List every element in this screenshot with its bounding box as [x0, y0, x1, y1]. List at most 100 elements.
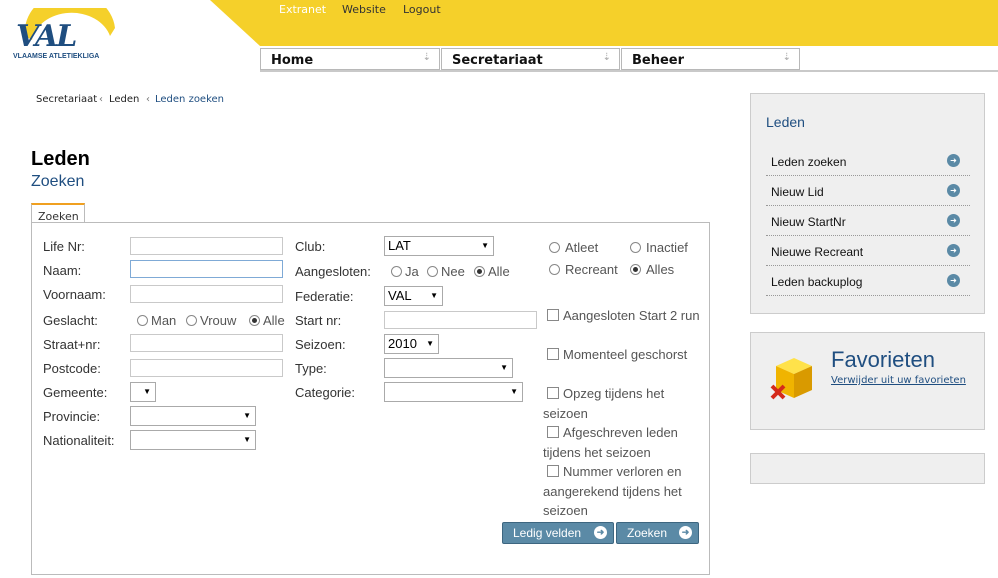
provincie-label: Provincie: [43, 409, 101, 424]
status-recreant-radio[interactable] [549, 264, 560, 275]
arrow-right-icon: ➜ [947, 214, 960, 227]
arrow-right-icon: ➜ [679, 526, 692, 539]
naam-label: Naam: [43, 263, 82, 278]
voornaam-input[interactable] [130, 285, 283, 303]
geslacht-vrouw-radio[interactable] [186, 315, 197, 326]
arrow-right-icon: ➜ [947, 184, 960, 197]
status-inactief-radio[interactable] [630, 242, 641, 253]
sidebar-item-label: Leden backuplog [771, 275, 863, 289]
sidebar-item-nieuw-startnr[interactable]: Nieuw StartNr ➜ [766, 206, 970, 236]
aangesloten-alle-radio[interactable] [474, 266, 485, 277]
status-alles-radio[interactable] [630, 264, 641, 275]
club-label: Club: [295, 239, 326, 254]
header-banner [210, 0, 998, 46]
status-atleet-label: Atleet [565, 240, 599, 255]
seizoen-select[interactable]: 2010 ▼ [384, 334, 439, 354]
federatie-value: VAL [388, 288, 412, 303]
nav-home-label: Home [271, 53, 314, 68]
breadcrumb-separator: ‹ [146, 94, 150, 105]
club-value: LAT [388, 238, 411, 253]
categorie-select[interactable]: ▼ [384, 382, 523, 402]
aangesloten-ja-label: Ja [405, 264, 419, 279]
geslacht-alle-radio[interactable] [249, 315, 260, 326]
val-logo[interactable]: VAL VLAAMSE ATLETIEKLIGA [10, 0, 130, 62]
arrow-right-icon: ➜ [594, 526, 607, 539]
sidebar-item-label: Leden zoeken [771, 155, 847, 169]
ledig-velden-button[interactable]: Ledig velden ➜ [502, 522, 614, 544]
nav-secretariaat[interactable]: Secretariaat ⇣ [441, 48, 620, 70]
breadcrumb-secretariaat[interactable]: Secretariaat [36, 94, 97, 105]
straat-input[interactable] [130, 334, 283, 352]
arrow-right-icon: ➜ [947, 154, 960, 167]
status-inactief-label: Inactief [646, 240, 688, 255]
type-label: Type: [295, 361, 327, 376]
start-nr-label: Start nr: [295, 313, 342, 328]
remove-favorite-link[interactable]: Verwijder uit uw favorieten [831, 375, 966, 386]
breadcrumb-leden-zoeken: Leden zoeken [155, 94, 225, 105]
zoeken-button[interactable]: Zoeken ➜ [616, 522, 699, 544]
geslacht-vrouw-label: Vrouw [200, 313, 237, 328]
link-website[interactable]: Website [342, 3, 386, 16]
voornaam-label: Voornaam: [43, 287, 106, 302]
naam-input[interactable] [130, 260, 283, 278]
aangesloten-start2run-label: Aangesloten Start 2 run [563, 308, 700, 323]
aangesloten-label: Aangesloten: [295, 264, 371, 279]
aangesloten-nee-radio[interactable] [427, 266, 438, 277]
geslacht-alle-label: Alle [263, 313, 285, 328]
nav-secretariaat-label: Secretariaat [452, 53, 543, 68]
provincie-select[interactable]: ▼ [130, 406, 256, 426]
sidebar-item-leden-backuplog[interactable]: Leden backuplog ➜ [766, 266, 970, 296]
status-atleet-radio[interactable] [549, 242, 560, 253]
sidebar-item-label: Nieuw Lid [771, 185, 824, 199]
empty-sidebar-box [750, 453, 985, 484]
arrow-down-icon: ⇣ [782, 52, 791, 63]
postcode-input[interactable] [130, 359, 283, 377]
life-nr-input[interactable] [130, 237, 283, 255]
status-recreant-label: Recreant [565, 262, 618, 277]
life-nr-label: Life Nr: [43, 239, 85, 254]
geslacht-man-label: Man [151, 313, 177, 328]
favorites-cube-icon [770, 358, 812, 400]
caret-down-icon: ▼ [243, 411, 251, 420]
sidebar-item-nieuw-lid[interactable]: Nieuw Lid ➜ [766, 176, 970, 206]
aangesloten-alle-label: Alle [488, 264, 510, 279]
caret-down-icon: ▼ [430, 291, 438, 300]
brand-subtext: VLAAMSE ATLETIEKLIGA [13, 53, 99, 60]
federatie-select[interactable]: VAL ▼ [384, 286, 443, 306]
page-subtitle: Zoeken [31, 173, 85, 190]
aangesloten-nee-label: Nee [441, 264, 465, 279]
nav-home[interactable]: Home ⇣ [260, 48, 440, 70]
federatie-label: Federatie: [295, 289, 354, 304]
favorites-title: Favorieten [831, 347, 935, 372]
zoeken-label: Zoeken [627, 526, 668, 540]
nationaliteit-select[interactable]: ▼ [130, 430, 256, 450]
breadcrumb-leden[interactable]: Leden [109, 94, 139, 105]
aangesloten-ja-radio[interactable] [391, 266, 402, 277]
nav-beheer[interactable]: Beheer ⇣ [621, 48, 800, 70]
afgeschreven-label: Afgeschreven leden tijdens het seizoen [543, 425, 678, 460]
categorie-label: Categorie: [295, 385, 355, 400]
link-extranet[interactable]: Extranet [279, 3, 326, 16]
type-select[interactable]: ▼ [384, 358, 513, 378]
page-title: Leden [31, 148, 90, 170]
gemeente-select[interactable]: ▼ [130, 382, 156, 402]
seizoen-value: 2010 [388, 336, 417, 351]
brand-text: VAL [16, 19, 76, 54]
caret-down-icon: ▼ [426, 339, 434, 348]
caret-down-icon: ▼ [243, 435, 251, 444]
arrow-down-icon: ⇣ [602, 52, 611, 63]
arrow-down-icon: ⇣ [422, 52, 431, 63]
tab-zoeken[interactable]: Zoeken [31, 203, 85, 223]
ledig-velden-label: Ledig velden [513, 526, 582, 540]
caret-down-icon: ▼ [481, 241, 489, 250]
link-logout[interactable]: Logout [403, 3, 441, 16]
start-nr-input[interactable] [384, 311, 537, 329]
straat-label: Straat+nr: [43, 337, 101, 352]
sidebar-item-nieuwe-recreant[interactable]: Nieuwe Recreant ➜ [766, 236, 970, 266]
caret-down-icon: ▼ [510, 387, 518, 396]
arrow-right-icon: ➜ [947, 244, 960, 257]
geslacht-man-radio[interactable] [137, 315, 148, 326]
geschorst-label: Momenteel geschorst [563, 347, 688, 362]
sidebar-item-leden-zoeken[interactable]: Leden zoeken ➜ [766, 146, 970, 176]
club-select[interactable]: LAT ▼ [384, 236, 494, 256]
